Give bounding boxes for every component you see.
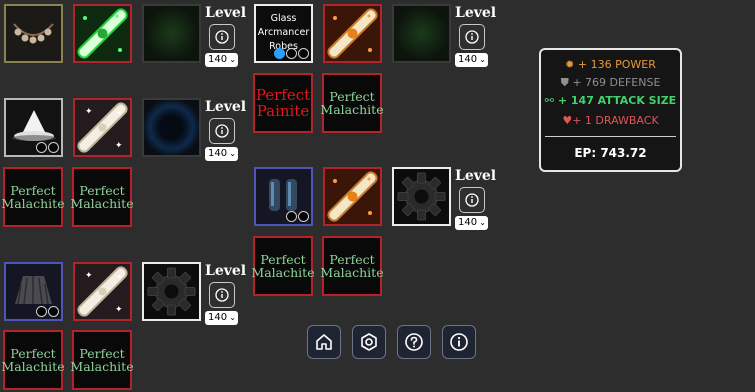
socket-dots — [274, 48, 309, 59]
level-label: Level — [205, 99, 247, 115]
info-icon — [450, 333, 468, 351]
info-button[interactable] — [459, 187, 485, 213]
gear-icon — [147, 267, 196, 316]
power-icon: ✹ — [565, 58, 575, 71]
socket-dots — [286, 211, 309, 222]
chevron-down-icon: ⌄ — [229, 55, 236, 64]
level-control: Level 140 ⌄ — [205, 99, 247, 161]
perfect-painite-gem[interactable]: Perfect Painite — [253, 73, 313, 133]
level-select[interactable]: 140 ⌄ — [455, 53, 488, 67]
socket-dots — [36, 306, 59, 317]
level-select[interactable]: 140 ⌄ — [205, 311, 238, 325]
info-button[interactable] — [209, 24, 235, 50]
level-control: Level 140 ⌄ — [205, 5, 247, 67]
attack-size-stat: ⚯ + 147 ATTACK SIZE — [544, 94, 677, 107]
help-button[interactable] — [397, 325, 431, 359]
perfect-malachite-gem[interactable]: Perfect Malachite — [251, 236, 315, 296]
info-icon — [215, 288, 229, 302]
orange-scroll-icon — [327, 171, 378, 222]
level-label: Level — [455, 5, 497, 21]
level-label: Level — [205, 263, 247, 279]
info-button[interactable] — [209, 118, 235, 144]
info-button[interactable] — [459, 24, 485, 50]
gear-icon — [397, 172, 446, 221]
level-value: 140 — [208, 148, 228, 159]
info-icon — [465, 193, 479, 207]
level-label: Level — [205, 5, 247, 21]
orange-scroll-slot[interactable] — [323, 4, 382, 63]
amulet-icon — [13, 23, 54, 44]
power-stat: ✹ + 136 POWER — [565, 58, 656, 71]
level-label: Level — [455, 168, 497, 184]
level-control: Level 140 ⌄ — [455, 5, 497, 67]
boots-slot[interactable] — [254, 167, 313, 226]
wizard-hat-slot[interactable] — [4, 98, 63, 157]
level-control: Level 140 ⌄ — [205, 263, 247, 325]
level-select[interactable]: 140 ⌄ — [205, 147, 238, 161]
svg-text:✦: ✦ — [115, 141, 123, 151]
perfect-malachite-gem[interactable]: Perfect Malachite — [320, 73, 384, 133]
info-nav-button[interactable] — [442, 325, 476, 359]
perfect-malachite-gem[interactable]: Perfect Malachite — [70, 330, 134, 390]
attack-size-icon: ⚯ — [544, 94, 554, 107]
level-select[interactable]: 140 ⌄ — [205, 53, 238, 67]
empty-enchant-slot[interactable] — [142, 4, 201, 63]
level-select[interactable]: 140 ⌄ — [455, 216, 488, 230]
info-icon — [215, 30, 229, 44]
settings-button[interactable] — [352, 325, 386, 359]
gear-enchant-slot[interactable] — [142, 262, 201, 321]
level-value: 140 — [208, 312, 228, 323]
level-value: 140 — [458, 54, 478, 65]
home-button[interactable] — [307, 325, 341, 359]
socket-dots — [36, 142, 59, 153]
svg-text:✦: ✦ — [85, 107, 93, 117]
blue-enchant-slot[interactable] — [142, 98, 201, 157]
level-value: 140 — [458, 217, 478, 228]
empty-enchant-slot[interactable] — [392, 4, 451, 63]
amulet-item-slot[interactable] — [4, 4, 63, 63]
ep-stat: EP: 743.72 — [574, 146, 647, 160]
home-icon — [316, 334, 332, 350]
shield-icon: ⛊ — [560, 76, 569, 89]
chevron-down-icon: ⌄ — [479, 218, 486, 227]
orange-scroll-icon — [327, 8, 378, 59]
info-button[interactable] — [209, 282, 235, 308]
defense-stat: ⛊ + 769 DEFENSE — [560, 76, 661, 89]
glass-arcmancer-robes-slot[interactable]: Glass Arcmancer Robes — [254, 4, 313, 63]
help-icon — [405, 333, 423, 351]
perfect-malachite-gem[interactable]: Perfect Malachite — [320, 236, 384, 296]
chevron-down-icon: ⌄ — [229, 313, 236, 322]
perfect-malachite-gem[interactable]: Perfect Malachite — [1, 167, 65, 227]
drawback-stat: ♥+ 1 DRAWBACK — [562, 114, 659, 127]
green-scroll-icon — [77, 8, 128, 59]
level-control: Level 140 ⌄ — [455, 168, 497, 230]
broken-heart-icon: ♥ — [562, 114, 573, 127]
svg-text:✦: ✦ — [115, 305, 123, 315]
svg-text:✦: ✦ — [116, 109, 122, 117]
white-scroll-icon: ✦ ✦ ✦ — [77, 102, 128, 153]
perfect-malachite-gem[interactable]: Perfect Malachite — [1, 330, 65, 390]
level-value: 140 — [208, 54, 228, 65]
skirt-slot[interactable] — [4, 262, 63, 321]
info-icon — [215, 124, 229, 138]
settings-icon — [361, 333, 377, 351]
green-scroll-slot[interactable] — [73, 4, 132, 63]
white-scroll-slot[interactable]: ✦ ✦ ✦ — [73, 262, 132, 321]
stats-panel: ✹ + 136 POWER ⛊ + 769 DEFENSE ⚯ + 147 AT… — [539, 48, 682, 172]
perfect-malachite-gem[interactable]: Perfect Malachite — [70, 167, 134, 227]
stats-divider — [545, 136, 676, 137]
svg-text:✦: ✦ — [85, 271, 93, 281]
gear-enchant-slot[interactable] — [392, 167, 451, 226]
white-scroll-slot[interactable]: ✦ ✦ ✦ — [73, 98, 132, 157]
info-icon — [465, 30, 479, 44]
chevron-down-icon: ⌄ — [229, 149, 236, 158]
chevron-down-icon: ⌄ — [479, 55, 486, 64]
orange-scroll-slot[interactable] — [323, 167, 382, 226]
white-scroll-icon: ✦ ✦ ✦ — [77, 266, 128, 317]
svg-text:✦: ✦ — [116, 273, 122, 281]
